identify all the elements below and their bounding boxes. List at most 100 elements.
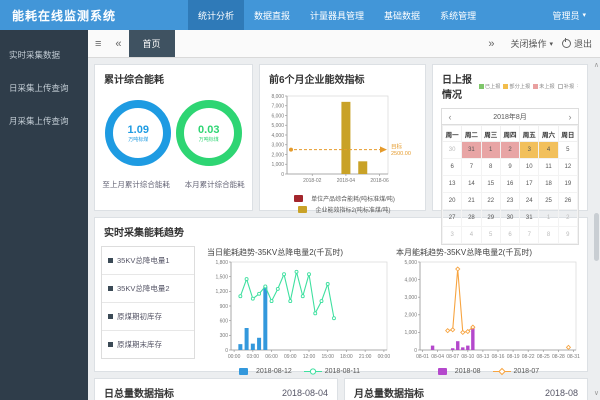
calendar-day: 5	[557, 141, 579, 159]
caret-down-icon: ▾	[549, 40, 553, 48]
tabs-scroll-right-icon[interactable]: »	[481, 38, 501, 50]
gauge-labels: 至上月累计综合能耗 本月累计综合能耗	[95, 179, 252, 190]
calendar-day: 19	[557, 175, 579, 193]
meter-list: 35KV总降电量1 35KV总降电量2 原煤期初库存 原煤期末库存	[101, 246, 195, 359]
panel-realtime-trend: 实时采集能耗趋势 35KV总降电量1 35KV总降电量2 原煤期初库存 原煤期末库存 …	[94, 217, 588, 376]
nav-item-1[interactable]: 数据直报	[244, 0, 300, 30]
user-menu-label: 管理员	[552, 10, 580, 21]
series-square-icon	[108, 258, 113, 263]
daily-trend-chart: 0 300 600 900 1,200 1,500 1,800 00:00 03:00 06:00…	[203, 258, 392, 367]
weekday-header: 周二	[461, 125, 482, 142]
monthly-trend-chart-block: 本月能耗趋势-35KV总降电量2(千瓦时) 0 1,000 2,000 3,000 4,…	[392, 246, 581, 376]
meter-item-3[interactable]: 原煤期末库存	[102, 331, 194, 358]
calendar-day: 4	[538, 141, 559, 159]
calendar-day: 6	[441, 158, 463, 176]
gauge-value: 1.09	[127, 123, 149, 136]
scroll-down-icon[interactable]: ∨	[594, 389, 599, 397]
calendar-day: 11	[538, 158, 559, 176]
nav-item-2[interactable]: 计量器具管理	[300, 0, 374, 30]
status-legend-item: 补报	[557, 83, 574, 90]
calendar-day: 22	[480, 192, 501, 210]
logout-button[interactable]: 退出	[561, 37, 592, 50]
svg-text:2,000: 2,000	[271, 152, 284, 158]
calendar-day: 21	[461, 192, 482, 210]
panel-date: 2018-08	[544, 387, 578, 398]
chart-legend-item[interactable]: 2018-08	[434, 367, 481, 376]
svg-text:18:00: 18:00	[340, 354, 353, 360]
sidebar-item-2[interactable]: 月采集上传查询	[0, 106, 88, 136]
gauge-ring-0: 1.09 万吨标煤	[105, 100, 172, 166]
calendar-day: 20	[441, 192, 463, 210]
chart-legend-item[interactable]: 2018-07	[492, 367, 539, 376]
power-icon	[561, 38, 571, 48]
svg-text:600: 600	[220, 318, 229, 324]
sidebar-item-1[interactable]: 日采集上传查询	[0, 73, 88, 103]
series-square-icon	[108, 286, 113, 291]
calendar-day: 14	[461, 175, 482, 193]
weekday-header: 周三	[480, 125, 501, 142]
svg-text:03:00: 03:00	[247, 354, 260, 360]
svg-text:目标: 目标	[391, 143, 403, 151]
sidebar-item-0[interactable]: 实时采集数据	[0, 40, 88, 70]
panel-title: 月总量数据指标	[354, 389, 424, 400]
tab-home[interactable]: 首页	[128, 30, 175, 57]
close-operations-dropdown[interactable]: 关闭操作 ▾	[510, 37, 553, 50]
calendar-next-icon[interactable]: ›	[562, 112, 578, 122]
tabs-scroll-left-icon[interactable]: «	[108, 38, 128, 50]
svg-text:2018-06: 2018-06	[370, 178, 389, 184]
weekday-header: 周六	[538, 125, 559, 142]
chart-legend-item[interactable]: 2018-08-12	[235, 367, 292, 376]
series-square-icon	[108, 342, 113, 347]
svg-text:06:00: 06:00	[265, 354, 278, 360]
svg-text:08-28: 08-28	[552, 354, 565, 360]
gauge-ring-1: 0.03 万吨标煤	[175, 100, 242, 166]
meter-item-0[interactable]: 35KV总降电量1	[102, 247, 194, 275]
panel-title: 日总量数据指标	[104, 389, 174, 400]
app-header: 能耗在线监测系统 统计分析 数据直报 计量器具管理 基础数据 系统管理 管理员 ▾	[0, 0, 600, 30]
user-menu[interactable]: 管理员 ▾	[538, 0, 600, 30]
svg-text:1,200: 1,200	[215, 289, 228, 295]
svg-text:09:00: 09:00	[284, 354, 297, 360]
svg-text:08-13: 08-13	[477, 354, 490, 360]
scrollbar-thumb[interactable]	[594, 213, 599, 261]
svg-text:08-25: 08-25	[537, 354, 550, 360]
svg-text:08-19: 08-19	[507, 354, 520, 360]
svg-text:5,000: 5,000	[404, 260, 417, 266]
legend-swatch-icon	[533, 83, 539, 89]
calendar-day: 17	[519, 175, 540, 193]
panel-date: 2018-08-04	[281, 387, 328, 398]
nav-item-3[interactable]: 基础数据	[374, 0, 430, 30]
menu-icon[interactable]: ≡	[88, 38, 108, 50]
svg-text:1,500: 1,500	[215, 274, 228, 280]
meter-item-1[interactable]: 35KV总降电量2	[102, 275, 194, 303]
calendar-day: 15	[480, 175, 501, 193]
svg-text:2,000: 2,000	[404, 313, 417, 319]
chart-title: 本月能耗趋势-35KV总降电量2(千瓦时)	[396, 248, 533, 257]
series-square-icon	[108, 314, 113, 319]
calendar-day: 23	[499, 192, 521, 210]
nav-item-4[interactable]: 系统管理	[430, 0, 486, 30]
chart-legend-item[interactable]: 单位产品综合能耗(吨标准煤/吨)	[290, 194, 395, 203]
status-legend-item: 未上报	[533, 83, 555, 90]
calendar-day: 25	[538, 192, 559, 210]
calendar-day: 9	[499, 158, 521, 176]
calendar-day: 2	[499, 141, 521, 159]
calendar-day: 8	[480, 158, 501, 176]
meter-item-2[interactable]: 原煤期初库存	[102, 303, 194, 331]
scroll-up-icon[interactable]: ∧	[594, 61, 599, 69]
panel-monthly-indicator: 前6个月企业能效指标 0 1,000 2,000 3,000 4,000 5,000 6,0…	[259, 64, 426, 214]
svg-text:08-16: 08-16	[492, 354, 505, 360]
calendar-day: 18	[538, 175, 559, 193]
chart-legend-item[interactable]: 企业能效指标2(吨标准煤/吨)	[294, 205, 391, 214]
chart-legend: 2018-08-12 2018-08-11	[203, 367, 392, 376]
panel-title: 前6个月企业能效指标	[269, 75, 365, 86]
status-legend-item: 已上报	[478, 83, 500, 90]
report-status-legend: 已上报部分上报未上报补报不在上报期限内	[478, 83, 578, 90]
legend-swatch-icon	[503, 83, 509, 89]
chart-legend-item[interactable]: 2018-08-11	[303, 367, 360, 376]
svg-text:15:00: 15:00	[321, 354, 334, 360]
calendar-prev-icon[interactable]: ‹	[442, 112, 458, 122]
nav-item-0[interactable]: 统计分析	[188, 0, 245, 30]
svg-text:1,800: 1,800	[215, 260, 228, 266]
monthly-indicator-chart: 0 1,000 2,000 3,000 4,000 5,000 6,000 7,000 8,00…	[260, 91, 425, 192]
